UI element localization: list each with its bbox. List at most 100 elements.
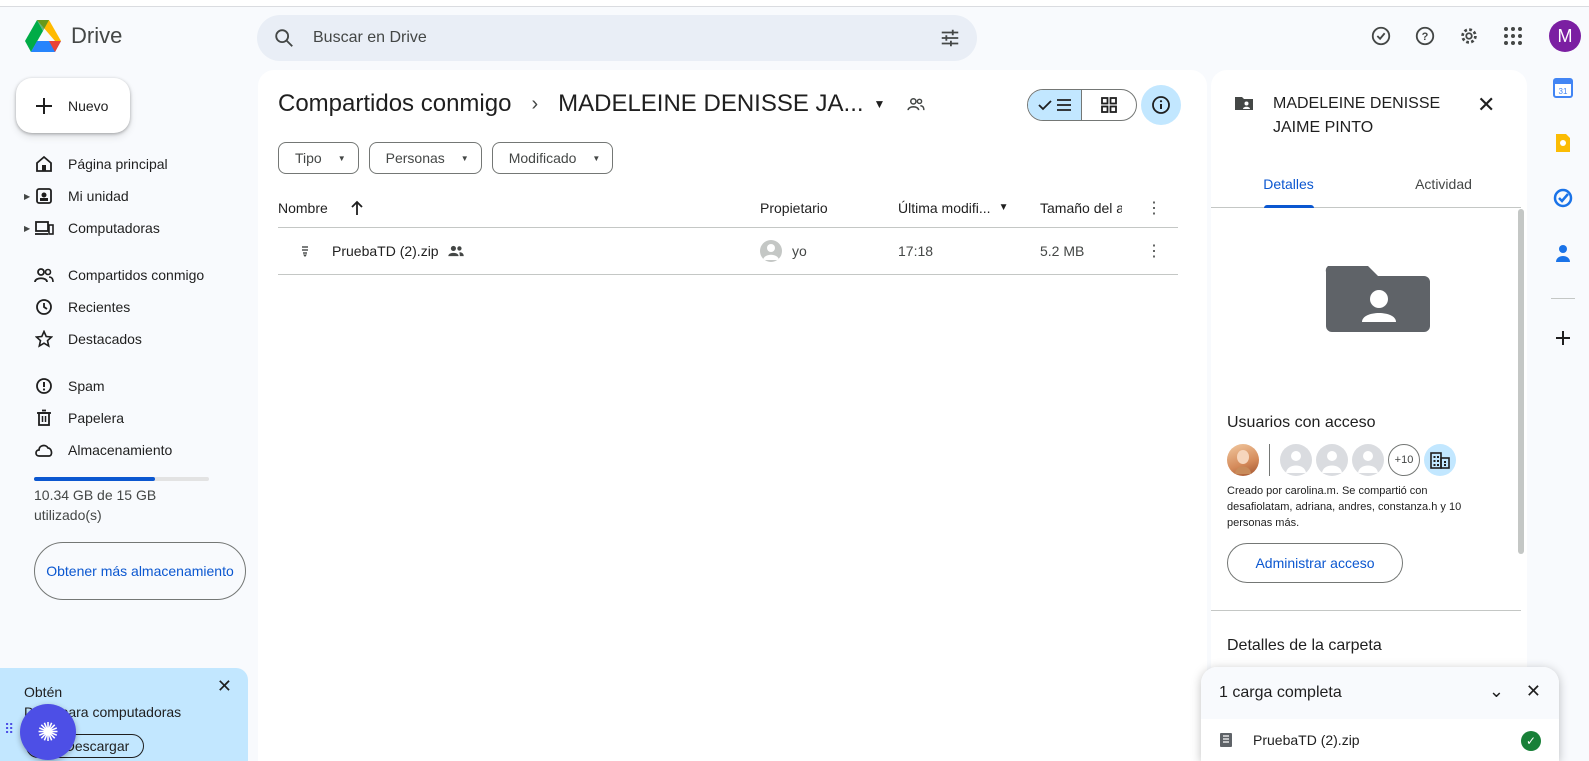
sidebar-item-storage[interactable]: Almacenamiento [0,434,250,466]
star-icon [34,329,54,349]
storage-progress-fill [34,477,155,481]
avatar-separator [1269,444,1270,476]
upload-status-panel: 1 carga completa ⌄ ✕ PruebaTD (2).zip ✓ [1201,667,1559,761]
breadcrumb: Compartidos conmigo › MADELEINE DENISSE … [278,90,925,118]
filter-label: Personas [385,150,445,166]
dropdown-arrow-icon: ▼ [592,153,601,163]
filter-chips: Tipo ▼ Personas ▼ Modificado ▼ [278,142,614,174]
filter-type-chip[interactable]: Tipo ▼ [278,142,359,174]
search-bar[interactable]: Buscar en Drive [257,15,977,61]
folder-details-title: Detalles de la carpeta [1227,637,1382,654]
collapse-chevron-icon[interactable]: ⌄ [1489,681,1504,702]
column-modified-header[interactable]: Última modifi... ▼ [898,200,1008,216]
filter-label: Modificado [508,150,577,166]
owner-avatar-icon [760,240,782,262]
table-header: Nombre Propietario Última modifi... ▼ Ta… [278,188,1178,228]
sidebar-item-label: Recientes [68,299,131,315]
calendar-icon[interactable]: 31 [1553,78,1573,103]
organization-icon[interactable] [1424,444,1456,476]
details-scrollbar[interactable] [1518,209,1524,554]
sidebar-item-label: Almacenamiento [68,442,173,458]
get-more-storage-button[interactable]: Obtener más almacenamiento [34,542,246,600]
expand-caret-icon[interactable]: ▶ [24,192,30,201]
breadcrumb-root[interactable]: Compartidos conmigo [278,90,511,118]
user-avatar-icon[interactable] [1280,444,1312,476]
sidebar-item-recent[interactable]: Recientes [0,291,250,323]
ready-offline-icon[interactable] [1369,24,1393,48]
tab-activity[interactable]: Actividad [1366,170,1521,207]
grid-view-button[interactable] [1082,90,1136,120]
sidebar-item-starred[interactable]: Destacados [0,323,250,355]
sidebar-item-spam[interactable]: Spam [0,370,250,402]
manage-access-button[interactable]: Administrar acceso [1227,543,1403,583]
file-name[interactable]: PruebaTD (2).zip [332,243,439,259]
apps-grid-icon[interactable] [1501,24,1525,48]
user-avatar-icon[interactable] [1316,444,1348,476]
close-icon[interactable]: ✕ [1526,681,1541,702]
sidebar-item-home[interactable]: Página principal [0,148,250,180]
list-view-button[interactable] [1028,90,1083,120]
upload-title: 1 carga completa [1219,684,1342,701]
sharing-summary: Creado por carolina.m. Se compartió con … [1227,485,1462,529]
upload-row[interactable]: PruebaTD (2).zip ✓ [1201,719,1559,761]
drag-handle-icon[interactable]: ⠿ [4,721,14,738]
column-name-header[interactable]: Nombre [278,200,364,216]
sidebar-item-trash[interactable]: Papelera [0,402,250,434]
promo-line-1: Obtén [24,684,63,700]
list-icon [1056,99,1071,111]
search-input[interactable]: Buscar en Drive [313,29,939,47]
search-icon[interactable] [273,27,295,49]
sort-arrow-down-icon[interactable]: ▼ [999,202,1009,213]
sidebar-item-shared-with-me[interactable]: Compartidos conmigo [0,259,250,291]
details-title: MADELEINE DENISSE JAIME PINTO [1273,95,1441,136]
more-users-count[interactable]: +10 [1388,444,1420,476]
assistant-fab-icon[interactable]: ✺ [20,704,76,760]
sidebar-item-my-drive[interactable]: ▶ Mi unidad [0,180,250,212]
modified-cell: 17:18 [898,243,934,259]
column-label: Propietario [760,199,828,216]
keep-icon[interactable] [1554,133,1572,158]
check-icon [1037,100,1052,111]
cloud-icon [34,440,54,460]
info-button[interactable] [1141,85,1181,125]
tasks-icon[interactable] [1553,188,1573,213]
arrow-up-icon[interactable] [350,200,364,216]
close-icon[interactable]: ✕ [1477,92,1495,118]
breadcrumb-current[interactable]: MADELEINE DENISSE JA... [558,90,863,118]
sidebar-item-computers[interactable]: ▶ Computadoras [0,212,250,244]
column-size-header[interactable]: Tamaño del a [1040,200,1122,216]
svg-text:?: ? [1422,31,1429,43]
filter-people-chip[interactable]: Personas ▼ [368,142,482,174]
dropdown-arrow-icon[interactable]: ▼ [874,97,886,111]
column-owner-header[interactable]: Propietario [760,200,828,216]
sidebar-item-label: Spam [68,378,105,394]
file-table: Nombre Propietario Última modifi... ▼ Ta… [278,188,1178,275]
view-toggle [1027,89,1137,121]
close-icon[interactable]: ✕ [217,676,232,696]
dropdown-arrow-icon: ▼ [460,153,469,163]
contacts-icon[interactable] [1554,243,1572,268]
user-avatar-icon[interactable] [1352,444,1384,476]
table-row[interactable]: PruebaTD (2).zip yo 17:18 5.2 MB ⋮ [278,228,1178,275]
add-app-plus-icon[interactable] [1554,329,1572,352]
new-button[interactable]: Nuevo [16,78,130,133]
shared-folder-icon[interactable] [907,90,925,118]
storage-progress-bar [34,477,209,481]
filter-modified-chip[interactable]: Modificado ▼ [491,142,614,174]
sidebar-item-label: Computadoras [68,220,160,236]
storage-usage-text: 10.34 GB de 15 GB utilizado(s) [34,487,157,523]
owner-photo-avatar[interactable] [1227,444,1259,476]
account-avatar[interactable]: M [1549,20,1581,52]
settings-icon[interactable] [1457,24,1481,48]
help-icon[interactable]: ? [1413,24,1437,48]
drive-logo[interactable]: Drive [25,20,122,52]
tab-details[interactable]: Detalles [1211,170,1366,208]
row-more-vert-icon[interactable]: ⋮ [1144,241,1164,261]
search-options-icon[interactable] [939,27,961,49]
expand-caret-icon[interactable]: ▶ [24,224,30,233]
sidebar-item-label: Destacados [68,331,142,347]
size-cell: 5.2 MB [1040,243,1085,259]
more-vert-icon[interactable]: ⋮ [1144,198,1164,218]
upload-header: 1 carga completa ⌄ ✕ [1201,667,1559,719]
app-name: Drive [71,23,123,48]
